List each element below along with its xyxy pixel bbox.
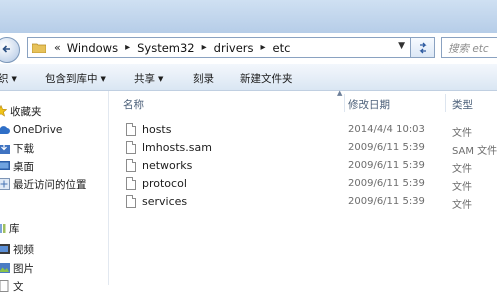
- command-toolbar: 织 ▼ 包含到库中 ▼ 共享 ▼ 刻录 新建文件夹: [0, 64, 497, 91]
- sidebar-item-label: OneDrive: [13, 124, 63, 136]
- share-label: 共享: [134, 73, 155, 85]
- column-divider[interactable]: [445, 94, 446, 112]
- folder-icon: [31, 42, 47, 54]
- include-in-library-label: 包含到库中: [45, 73, 98, 85]
- star-icon: [0, 104, 8, 117]
- column-header-modified[interactable]: 修改日期: [348, 97, 390, 112]
- sidebar-item-libraries[interactable]: 库: [0, 219, 20, 237]
- window-titlebar: [0, 0, 497, 33]
- share-menu[interactable]: 共享 ▼: [134, 71, 163, 86]
- file-name: protocol: [142, 177, 187, 190]
- breadcrumb-etc[interactable]: etc: [273, 41, 291, 55]
- refresh-button[interactable]: [411, 37, 435, 58]
- chevron-down-icon: ▼: [158, 75, 164, 83]
- file-list-pane: ▲ 名称 修改日期 类型 hosts 2014/4/4 10:03 文件 lmh…: [109, 89, 497, 285]
- back-button[interactable]: [0, 37, 20, 63]
- file-modified-date: 2009/6/11 5:39: [348, 160, 425, 171]
- file-icon: [126, 123, 136, 136]
- sidebar-item-label: 图片: [13, 262, 34, 275]
- desktop-icon: [0, 160, 10, 172]
- breadcrumb-windows[interactable]: Windows: [67, 41, 118, 55]
- column-header-type[interactable]: 类型: [452, 97, 473, 112]
- sidebar-item-desktop[interactable]: 桌面: [0, 157, 34, 175]
- sidebar-item-label: 文: [13, 280, 24, 293]
- breadcrumb-drivers[interactable]: drivers: [214, 41, 254, 55]
- chevron-down-icon: ▼: [11, 75, 17, 83]
- file-icon: [126, 177, 136, 190]
- file-type: SAM 文件: [452, 146, 497, 157]
- chevron-down-icon: ▼: [100, 75, 106, 83]
- file-row[interactable]: protocol 2009/6/11 5:39 文件: [109, 176, 497, 194]
- file-row[interactable]: networks 2009/6/11 5:39 文件: [109, 158, 497, 176]
- breadcrumb-separator-icon[interactable]: ▸: [261, 42, 266, 53]
- file-icon: [126, 159, 136, 172]
- recent-places-icon: [0, 178, 10, 190]
- file-modified-date: 2009/6/11 5:39: [348, 178, 425, 189]
- organize-label: 织: [0, 73, 9, 85]
- sidebar-item-label: 下载: [13, 142, 34, 155]
- file-name: hosts: [142, 123, 172, 136]
- download-folder-icon: [0, 142, 10, 154]
- sidebar-item-recent-places[interactable]: 最近访问的位置: [0, 175, 87, 193]
- file-row[interactable]: lmhosts.sam 2009/6/11 5:39 SAM 文件: [109, 140, 497, 158]
- organize-menu[interactable]: 织 ▼: [0, 71, 17, 86]
- column-header-name[interactable]: 名称: [123, 97, 144, 112]
- refresh-icon: [418, 42, 427, 53]
- document-icon: [0, 280, 10, 292]
- file-icon: [126, 141, 136, 154]
- sidebar-item-documents[interactable]: 文: [0, 277, 24, 295]
- file-name: services: [142, 195, 188, 208]
- sidebar-item-label: 桌面: [13, 160, 34, 173]
- sidebar-item-downloads[interactable]: 下载: [0, 139, 34, 157]
- search-input[interactable]: 搜索 etc: [441, 37, 497, 58]
- file-type: 文件: [452, 128, 472, 139]
- file-modified-date: 2009/6/11 5:39: [348, 196, 425, 207]
- column-divider[interactable]: [344, 94, 345, 112]
- address-history-dropdown-icon[interactable]: ▼: [398, 41, 405, 51]
- picture-icon: [0, 262, 10, 274]
- sidebar-item-label: 收藏夹: [10, 105, 42, 118]
- navigation-pane: 收藏夹 OneDrive 下载 桌面 最近访问的位置 库 视频 图片 文: [0, 91, 109, 293]
- sidebar-item-label: 最近访问的位置: [13, 178, 87, 191]
- sidebar-item-pictures[interactable]: 图片: [0, 259, 34, 277]
- file-name: networks: [142, 159, 193, 172]
- back-arrow-icon: [2, 45, 10, 53]
- library-icon: [0, 222, 6, 234]
- address-bar[interactable]: « Windows ▸ System32 ▸ drivers ▸ etc ▼: [27, 37, 411, 58]
- sort-ascending-icon: ▲: [337, 89, 343, 97]
- file-icon: [126, 195, 136, 208]
- sidebar-item-label: 库: [9, 222, 20, 235]
- file-type: 文件: [452, 200, 472, 211]
- breadcrumb-separator-icon[interactable]: ▸: [125, 42, 130, 53]
- sidebar-item-onedrive[interactable]: OneDrive: [0, 121, 62, 139]
- file-row[interactable]: services 2009/6/11 5:39 文件: [109, 194, 497, 212]
- file-modified-date: 2014/4/4 10:03: [348, 124, 425, 135]
- file-type: 文件: [452, 182, 472, 193]
- file-name: lmhosts.sam: [142, 141, 212, 154]
- new-folder-button[interactable]: 新建文件夹: [240, 71, 293, 86]
- breadcrumb-separator-icon[interactable]: ▸: [202, 42, 207, 53]
- sidebar-item-favorites[interactable]: 收藏夹: [0, 102, 42, 120]
- sidebar-item-videos[interactable]: 视频: [0, 240, 34, 258]
- file-type: 文件: [452, 164, 472, 175]
- video-icon: [0, 243, 10, 255]
- breadcrumb-system32[interactable]: System32: [137, 41, 195, 55]
- cloud-icon: [0, 124, 10, 136]
- breadcrumb-overflow[interactable]: «: [54, 41, 61, 54]
- file-row[interactable]: hosts 2014/4/4 10:03 文件: [109, 122, 497, 140]
- burn-button[interactable]: 刻录: [193, 71, 214, 86]
- file-modified-date: 2009/6/11 5:39: [348, 142, 425, 153]
- include-in-library-menu[interactable]: 包含到库中 ▼: [45, 71, 106, 86]
- sidebar-item-label: 视频: [13, 243, 34, 256]
